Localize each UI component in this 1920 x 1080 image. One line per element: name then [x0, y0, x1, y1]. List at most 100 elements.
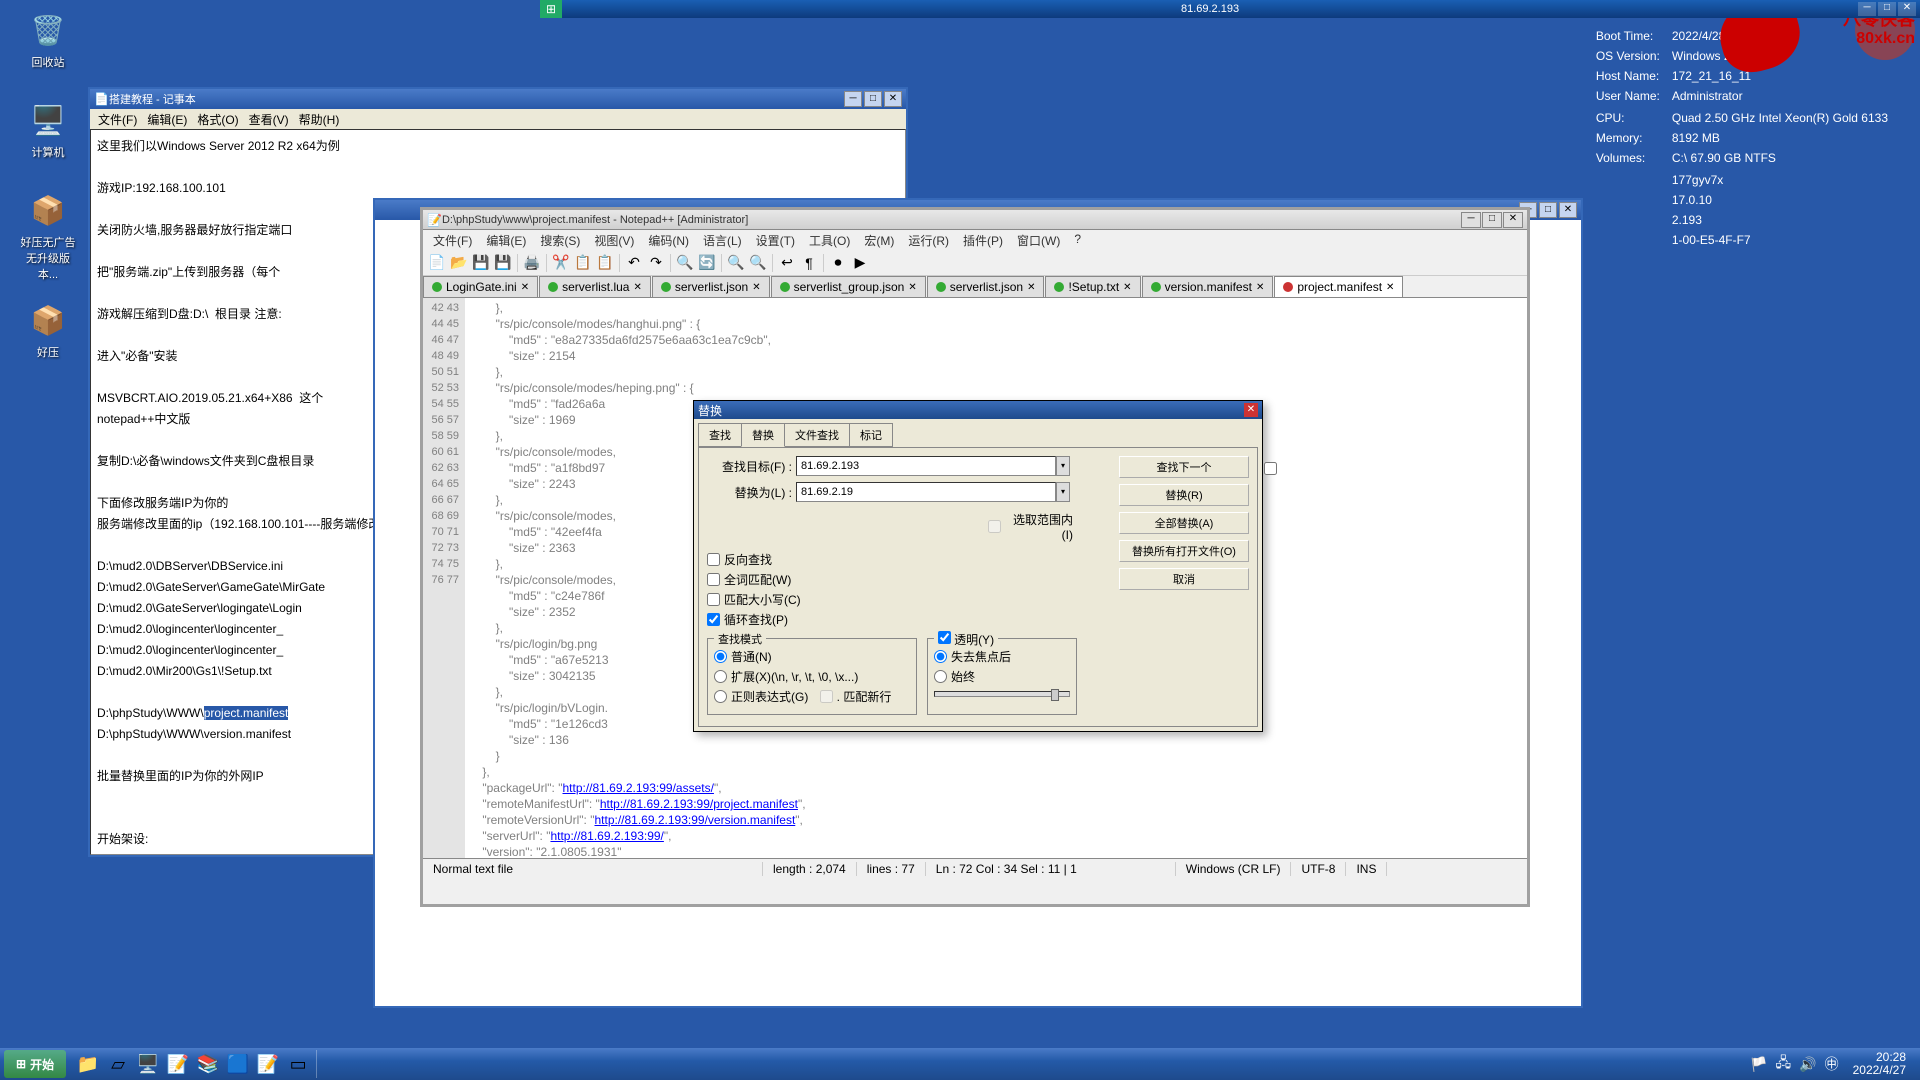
dialog-button[interactable]: 全部替换(A) — [1119, 512, 1249, 534]
desktop-icon[interactable]: 🖥️计算机 — [18, 100, 78, 160]
desktop-icon[interactable]: 📦好压 — [18, 300, 78, 360]
dialog-titlebar[interactable]: 替换 ✕ — [694, 401, 1262, 419]
option-checkbox[interactable] — [707, 553, 720, 566]
paste-icon[interactable]: 📋 — [595, 253, 615, 273]
maximize-button[interactable]: □ — [864, 91, 882, 107]
editor-tab[interactable]: serverlist_group.json✕ — [771, 276, 926, 297]
find-icon[interactable]: 🔍 — [675, 253, 695, 273]
quicklaunch-explorer-icon[interactable]: 📁 — [74, 1050, 102, 1078]
editor-tab[interactable]: !Setup.txt✕ — [1045, 276, 1140, 297]
macro-play-icon[interactable]: ▶ — [850, 253, 870, 273]
maximize-button[interactable]: □ — [1539, 202, 1557, 218]
tray-network-icon[interactable]: 🖧 — [1776, 1052, 1792, 1076]
mode-radio[interactable] — [714, 670, 727, 683]
regex-newline-checkbox[interactable] — [820, 690, 833, 703]
quicklaunch-server-icon[interactable]: 🖥️ — [134, 1050, 162, 1078]
undo-icon[interactable]: ↶ — [624, 253, 644, 273]
print-icon[interactable]: 🖨️ — [522, 253, 542, 273]
menu-item[interactable]: 文件(F) — [94, 109, 141, 129]
menu-item[interactable]: 窗口(W) — [1011, 230, 1066, 250]
option-checkbox[interactable] — [707, 613, 720, 626]
mode-radio[interactable] — [714, 690, 727, 703]
zoom-in-icon[interactable]: 🔍 — [726, 253, 746, 273]
menu-item[interactable]: 帮助(H) — [295, 109, 344, 129]
extra-checkbox[interactable] — [1264, 462, 1277, 475]
wordwrap-icon[interactable]: ↩ — [777, 253, 797, 273]
menu-item[interactable]: 工具(O) — [803, 230, 856, 250]
transparency-slider[interactable] — [934, 691, 1070, 697]
menu-item[interactable]: 视图(V) — [588, 230, 640, 250]
zoom-out-icon[interactable]: 🔍 — [748, 253, 768, 273]
remote-minimize-button[interactable]: ─ — [1858, 2, 1876, 16]
show-chars-icon[interactable]: ¶ — [799, 253, 819, 273]
dropdown-icon[interactable]: ▾ — [1056, 482, 1070, 502]
editor-tab[interactable]: serverlist.lua✕ — [539, 276, 651, 297]
desktop-icon[interactable]: 🗑️回收站 — [18, 10, 78, 70]
dialog-tab[interactable]: 替换 — [741, 423, 785, 447]
menu-item[interactable]: 编辑(E) — [143, 109, 191, 129]
tab-close-icon[interactable]: ✕ — [1256, 282, 1264, 293]
option-checkbox[interactable] — [707, 573, 720, 586]
tab-close-icon[interactable]: ✕ — [1123, 282, 1131, 293]
dialog-button[interactable]: 取消 — [1119, 568, 1249, 590]
transparency-checkbox[interactable] — [938, 631, 951, 644]
remote-maximize-button[interactable]: □ — [1878, 2, 1896, 16]
editor-tab[interactable]: serverlist.json✕ — [927, 276, 1045, 297]
notepadpp-titlebar[interactable]: 📝 D:\phpStudy\www\project.manifest - Not… — [423, 210, 1527, 230]
menu-item[interactable]: 搜索(S) — [534, 230, 586, 250]
open-file-icon[interactable]: 📂 — [449, 253, 469, 273]
maximize-button[interactable]: □ — [1482, 212, 1502, 228]
menu-item[interactable]: 运行(R) — [902, 230, 955, 250]
quicklaunch-app-icon[interactable]: 🟦 — [224, 1050, 252, 1078]
menu-item[interactable]: 设置(T) — [750, 230, 801, 250]
dialog-tab[interactable]: 标记 — [849, 423, 893, 447]
close-button[interactable]: ✕ — [1503, 212, 1523, 228]
quicklaunch-library-icon[interactable]: 📚 — [194, 1050, 222, 1078]
taskbar-clock[interactable]: 20:28 2022/4/27 — [1847, 1051, 1912, 1077]
editor-tab[interactable]: version.manifest✕ — [1142, 276, 1274, 297]
mode-radio[interactable] — [714, 650, 727, 663]
minimize-button[interactable]: ─ — [1461, 212, 1481, 228]
transparency-radio[interactable] — [934, 670, 947, 683]
remote-close-button[interactable]: ✕ — [1898, 2, 1916, 16]
tray-ime-icon[interactable]: ㊥ — [1825, 1054, 1839, 1074]
menu-item[interactable]: 编辑(E) — [480, 230, 532, 250]
quicklaunch-notepad-icon[interactable]: 📝 — [164, 1050, 192, 1078]
dialog-tab[interactable]: 文件查找 — [784, 423, 850, 447]
close-icon[interactable]: ✕ — [1244, 403, 1258, 417]
tab-close-icon[interactable]: ✕ — [1386, 282, 1394, 293]
replace-input[interactable] — [796, 482, 1056, 502]
tab-close-icon[interactable]: ✕ — [908, 282, 916, 293]
menu-item[interactable]: 文件(F) — [427, 230, 478, 250]
notepad-titlebar[interactable]: 📄 搭建教程 - 记事本 ─ □ ✕ — [90, 89, 906, 109]
close-button[interactable]: ✕ — [884, 91, 902, 107]
tray-flag-icon[interactable]: 🏳️ — [1750, 1056, 1767, 1073]
quicklaunch-powershell-icon[interactable]: ▱ — [104, 1050, 132, 1078]
editor-tab[interactable]: project.manifest✕ — [1274, 276, 1403, 297]
tab-close-icon[interactable]: ✕ — [633, 282, 641, 293]
quicklaunch-desktop-icon[interactable]: ▭ — [284, 1050, 312, 1078]
menu-item[interactable]: 查看(V) — [245, 109, 293, 129]
macro-record-icon[interactable]: ⏺ — [828, 253, 848, 273]
dialog-tab[interactable]: 查找 — [698, 423, 742, 447]
menu-item[interactable]: 宏(M) — [858, 230, 900, 250]
save-all-icon[interactable]: 💾 — [493, 253, 513, 273]
menu-item[interactable]: 插件(P) — [957, 230, 1009, 250]
dialog-button[interactable]: 替换(R) — [1119, 484, 1249, 506]
redo-icon[interactable]: ↷ — [646, 253, 666, 273]
menu-item[interactable]: ? — [1068, 230, 1087, 250]
menu-item[interactable]: 语言(L) — [697, 230, 748, 250]
close-button[interactable]: ✕ — [1559, 202, 1577, 218]
editor-tab[interactable]: LoginGate.ini✕ — [423, 276, 538, 297]
option-checkbox[interactable] — [707, 593, 720, 606]
minimize-button[interactable]: ─ — [844, 91, 862, 107]
cut-icon[interactable]: ✂️ — [551, 253, 571, 273]
copy-icon[interactable]: 📋 — [573, 253, 593, 273]
tab-close-icon[interactable]: ✕ — [521, 282, 529, 293]
new-file-icon[interactable]: 📄 — [427, 253, 447, 273]
dropdown-icon[interactable]: ▾ — [1056, 456, 1070, 476]
dialog-button[interactable]: 查找下一个 — [1119, 456, 1249, 478]
tab-close-icon[interactable]: ✕ — [1027, 282, 1035, 293]
editor-tab[interactable]: serverlist.json✕ — [652, 276, 770, 297]
remote-app-icon[interactable]: ⊞ — [540, 0, 562, 18]
